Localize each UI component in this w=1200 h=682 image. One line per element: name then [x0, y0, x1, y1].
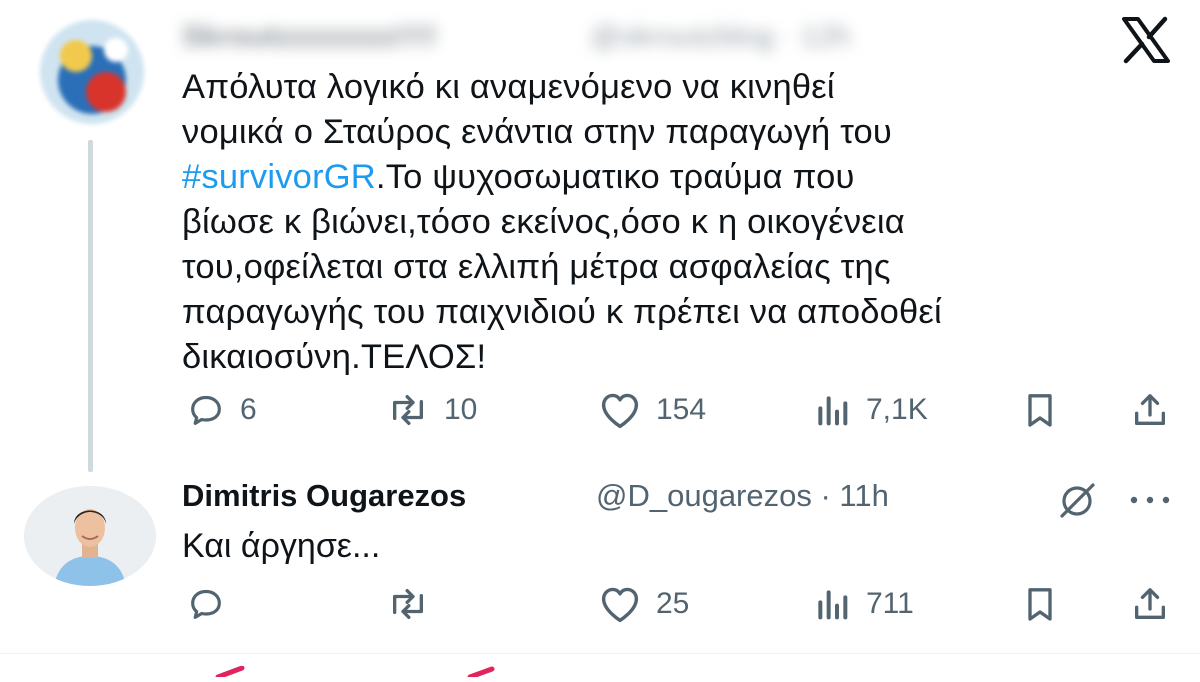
views-chart-icon	[818, 396, 848, 426]
tweet-line-4: βίωσε κ βιώνει,τόσο εκείνος,όσο κ η οικο…	[182, 203, 905, 241]
more-dots-icon	[1130, 496, 1170, 504]
reply-button[interactable]	[186, 584, 240, 624]
tweet-line-3: #survivorGR.Το ψυχοσωματικο τραύμα που	[182, 155, 1172, 200]
close-x-logo-button[interactable]	[1120, 16, 1172, 64]
divider	[0, 653, 1200, 654]
retweet-icon	[392, 395, 423, 425]
tweet-line-1: Απόλυτα λογικό κι αναμενόμενο να κινηθεί	[182, 68, 835, 106]
share-icon	[1135, 394, 1165, 425]
like-button[interactable]: 154	[598, 390, 706, 430]
hashtag-link[interactable]: #survivorGR	[182, 158, 376, 196]
tweet-actions: 6 10 154 7,1K	[180, 390, 1180, 430]
tweet-line-7: δικαιοσύνη.ΤΕΛΟΣ!	[182, 338, 487, 376]
views-button[interactable]: 711	[812, 584, 914, 624]
retweet-button[interactable]	[386, 584, 444, 624]
retweet-icon	[392, 589, 423, 619]
tweet-line-6: παραγωγής του παιχνιδιού κ πρέπει να απο…	[182, 293, 942, 331]
avatar[interactable]	[24, 486, 156, 586]
author-handle[interactable]: @D_ougarezos · 11h	[596, 478, 889, 514]
author-handle-blurred[interactable]: @skroutzblog · 12h	[590, 20, 851, 54]
grok-icon	[1060, 483, 1095, 518]
like-count: 154	[656, 393, 707, 426]
retweet-button[interactable]: 10	[386, 390, 477, 430]
more-options-button[interactable]	[1126, 488, 1174, 512]
tweet-text: Απόλυτα λογικό κι αναμενόμενο να κινηθεί…	[182, 65, 1172, 380]
views-button[interactable]: 7,1K	[812, 390, 928, 430]
share-button[interactable]	[1130, 584, 1170, 624]
tweet-line-5: του,οφείλεται στα ελλιπή μέτρα ασφαλείας…	[182, 248, 891, 286]
grok-button[interactable]	[1054, 480, 1100, 520]
bookmark-button[interactable]	[1020, 390, 1060, 430]
heart-icon	[601, 393, 639, 429]
reply-button[interactable]: 6	[186, 390, 257, 430]
tweet-line-3-rest: .Το ψυχοσωματικο τραύμα που	[375, 158, 855, 196]
share-icon	[1135, 588, 1165, 619]
views-count: 711	[866, 587, 914, 620]
like-button[interactable]: 25	[598, 584, 689, 624]
reply-icon	[191, 589, 221, 619]
views-chart-icon	[818, 590, 848, 620]
decorative-red-strokes	[200, 664, 520, 680]
reply-actions: 25 711	[180, 584, 1180, 624]
bookmark-button[interactable]	[1020, 584, 1060, 624]
views-count: 7,1K	[866, 393, 928, 426]
avatar-blurred[interactable]	[40, 20, 144, 124]
reply-text: Και άργησε...	[182, 527, 381, 565]
heart-icon	[601, 587, 639, 623]
author-name-blurred[interactable]: Skroutzzzzzzzz!!!!	[182, 20, 437, 54]
tweet-line-2: νομικά ο Σταύρος ενάντια στην παραγωγή τ…	[182, 113, 892, 151]
retweet-count: 10	[444, 393, 478, 426]
thread-line	[88, 140, 93, 472]
reply-icon	[191, 395, 221, 425]
author-name[interactable]: Dimitris Ougarezos	[182, 478, 466, 514]
share-button[interactable]	[1130, 390, 1170, 430]
x-logo-icon	[1122, 16, 1170, 64]
bookmark-icon	[1028, 588, 1052, 621]
like-count: 25	[656, 587, 690, 620]
reply-count: 6	[240, 393, 257, 426]
bookmark-icon	[1028, 394, 1052, 427]
